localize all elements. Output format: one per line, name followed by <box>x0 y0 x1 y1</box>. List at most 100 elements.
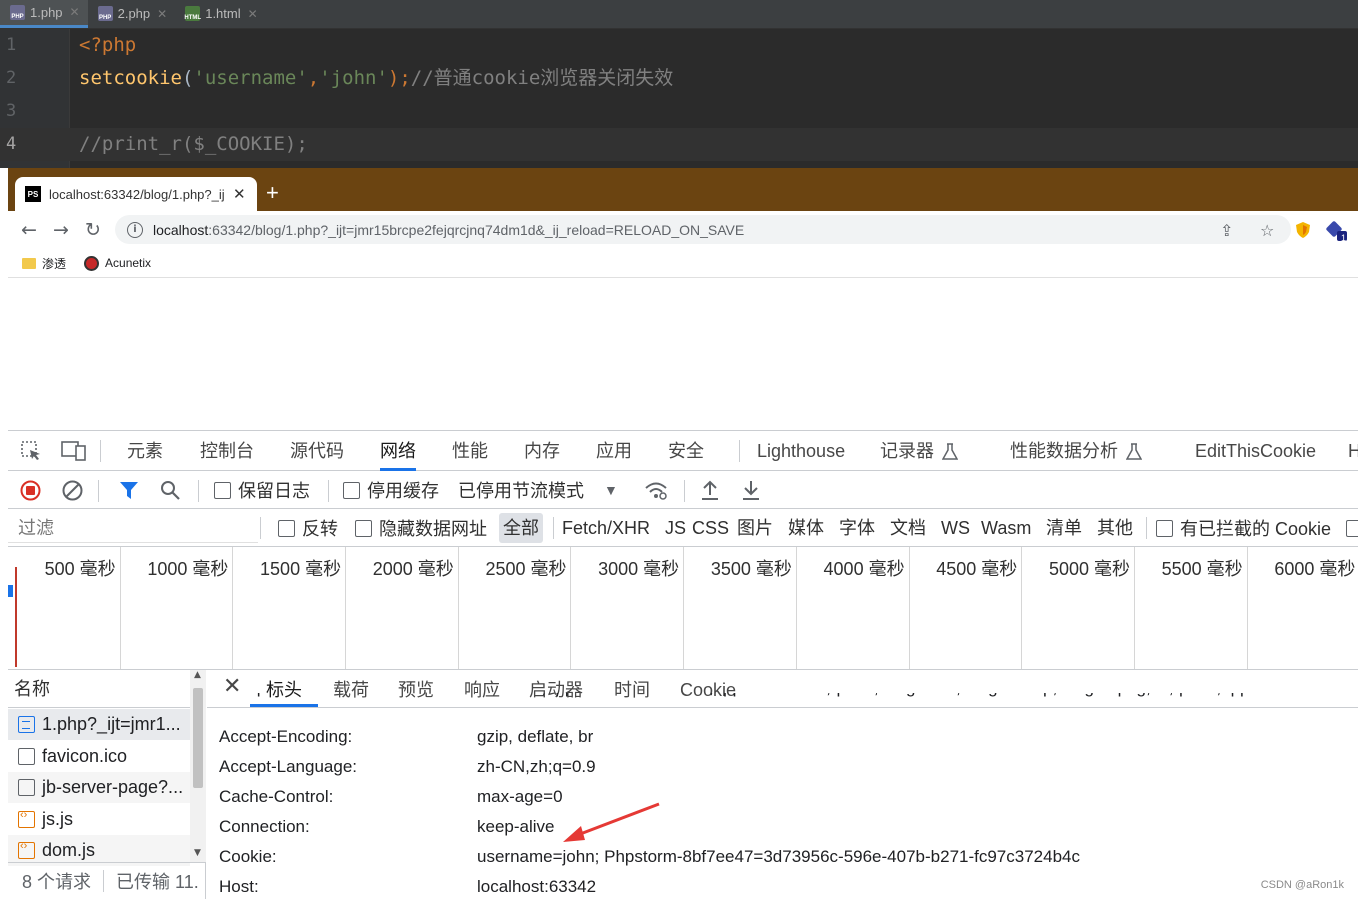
name-column-header[interactable]: 名称 <box>8 670 190 708</box>
devtools-tab[interactable]: 源代码 <box>290 431 344 471</box>
editor-tab-label: 1.html <box>205 6 241 21</box>
import-har-upload-icon[interactable] <box>700 479 720 501</box>
devtools-tab[interactable]: 元素 <box>127 431 163 471</box>
site-info-icon[interactable]: i <box>127 221 143 238</box>
network-overview-timeline[interactable]: 500 毫秒 1000 毫秒 1500 毫秒 2000 毫秒 2500 毫秒 3000 毫… <box>8 547 1358 670</box>
resource-type-filter[interactable]: WS <box>937 513 974 543</box>
header-value[interactable]: gzip, deflate, br <box>477 727 593 747</box>
resource-type-filter[interactable]: 其他 <box>1093 513 1137 543</box>
resource-type-filter[interactable]: 媒体 <box>784 513 828 543</box>
devtools-tab[interactable]: 记录器 <box>880 431 934 471</box>
bookmark-item[interactable]: 渗透 <box>22 255 66 272</box>
editor-tab[interactable]: PHP 1.php ✕ <box>0 0 88 28</box>
code-editor[interactable]: 1 <?php 2 setcookie('username','john');//普通… <box>0 29 1358 168</box>
timeline-tick-label: 2500 毫秒 <box>485 559 567 579</box>
bookmark-item[interactable]: Acunetix <box>84 255 151 271</box>
request-row[interactable]: 1.php?_ijt=jmr1... <box>8 709 190 740</box>
filter-funnel-icon[interactable] <box>119 481 139 500</box>
editor-tab[interactable]: PHP 2.php ✕ <box>88 0 176 28</box>
resource-type-filter[interactable]: 字体 <box>835 513 879 543</box>
devtools-tab[interactable]: H <box>1348 431 1358 471</box>
devtools-tab[interactable]: 性能 <box>452 431 488 471</box>
bookmark-star-icon[interactable]: ☆ <box>1260 221 1274 240</box>
devtools-tab[interactable]: 应用 <box>596 431 632 471</box>
devtools-tab[interactable]: 控制台 <box>200 431 254 471</box>
header-value[interactable]: max-age=0 <box>477 787 563 807</box>
code-token: //print_r($_COOKIE); <box>79 133 308 155</box>
hide-data-urls-checkbox[interactable]: 隐藏数据网址 <box>355 509 487 547</box>
inspect-element-icon[interactable] <box>20 440 42 462</box>
resource-type-filter[interactable]: 文档 <box>886 513 930 543</box>
devtools-tab[interactable]: EditThisCookie <box>1195 431 1316 471</box>
request-row[interactable]: js.js <box>8 804 190 835</box>
devtools-tab[interactable]: 性能数据分析 <box>1010 431 1118 471</box>
filter-input[interactable]: 过滤 <box>8 513 258 543</box>
code-line[interactable]: 1 <?php <box>0 29 1358 62</box>
record-stop-icon[interactable] <box>20 480 41 501</box>
shield-extension-icon[interactable] <box>1295 221 1311 239</box>
network-conditions-wifi-icon[interactable] <box>644 480 668 501</box>
invert-checkbox[interactable]: 反转 <box>278 509 338 547</box>
devtools-tab[interactable]: 安全 <box>668 431 704 471</box>
code-line[interactable]: 2 setcookie('username','john');//普通cookie… <box>0 62 1358 95</box>
timeline-tick: 2500 毫秒 <box>459 547 572 669</box>
header-value[interactable]: zh-CN,zh;q=0.9 <box>477 757 596 777</box>
disable-cache-checkbox[interactable]: 停用缓存 <box>343 471 439 509</box>
address-url[interactable]: localhost:63342/blog/1.php?_ijt=jmr15brc… <box>153 222 744 238</box>
scroll-up-icon: ▲ <box>194 670 201 680</box>
export-har-download-icon[interactable] <box>741 479 761 501</box>
tab-close-icon[interactable]: ✕ <box>70 5 80 19</box>
tab-close-icon[interactable]: ✕ <box>248 7 258 21</box>
code-line[interactable]: 4 //print_r($_COOKIE); <box>0 128 1358 161</box>
forward-arrow-icon[interactable]: → <box>49 218 73 242</box>
share-icon[interactable]: ⇪ <box>1220 221 1233 240</box>
resource-type-filter[interactable]: Wasm <box>977 513 1035 543</box>
file-icon <box>18 747 35 765</box>
devtools-tab[interactable]: 内存 <box>524 431 560 471</box>
request-list-scrollbar[interactable]: ▲ ▼ <box>190 670 206 862</box>
phpstorm-favicon-icon: PS <box>25 186 41 202</box>
resource-type-filter[interactable]: 图片 <box>733 513 777 543</box>
header-value[interactable]: username=john; Phpstorm-8bf7ee47=3d73956… <box>477 847 1080 867</box>
clear-icon[interactable] <box>62 480 83 501</box>
throttling-select[interactable]: 已停用节流模式 ▼ <box>458 471 618 509</box>
devtools-tab[interactable]: 网络 <box>380 431 416 471</box>
url-path: :63342/blog/1.php?_ijt=jmr15brcpe2fejqrc… <box>208 221 745 238</box>
resource-type-filter[interactable]: Fetch/XHR <box>558 513 654 543</box>
blocked-requests-checkbox[interactable] <box>1346 509 1358 547</box>
watermark: CSDN @aRon1k <box>1260 879 1344 891</box>
preserve-log-checkbox[interactable]: 保留日志 <box>214 471 310 509</box>
resource-type-filter[interactable]: 全部 <box>499 513 543 543</box>
header-name: Accept-Language: <box>219 757 357 776</box>
tab-close-icon[interactable]: ✕ <box>233 185 246 203</box>
code-line[interactable]: 3 <box>0 95 1358 128</box>
back-arrow-icon[interactable]: ← <box>17 218 41 242</box>
request-row[interactable]: favicon.ico <box>8 741 190 772</box>
header-value[interactable]: keep-alive <box>477 817 555 837</box>
device-toolbar-icon[interactable] <box>61 441 87 461</box>
timeline-tick: 4000 毫秒 <box>797 547 910 669</box>
resource-type-filter[interactable]: JS <box>661 513 690 543</box>
browser-tab[interactable]: PS localhost:63342/blog/1.php?_ij ✕ <box>15 177 257 211</box>
search-icon[interactable] <box>160 480 181 501</box>
editor-tab-bar: PHP 1.php ✕ PHP 2.php ✕ HTML 1.html ✕ <box>0 0 1358 29</box>
blocked-cookies-checkbox[interactable]: 有已拦截的 Cookie <box>1156 509 1331 547</box>
reload-icon[interactable]: ↻ <box>81 218 105 242</box>
browser-tab-strip: PS localhost:63342/blog/1.php?_ij ✕ + <box>8 168 1358 211</box>
code-token: <?php <box>79 34 137 56</box>
address-bar[interactable]: i localhost:63342/blog/1.php?_ijt=jmr15b… <box>115 215 1291 244</box>
header-value[interactable]: localhost:63342 <box>477 877 596 897</box>
header-name: Cookie: <box>219 847 277 866</box>
php-file-icon: PHP <box>10 4 25 20</box>
tab-close-icon[interactable]: ✕ <box>157 7 167 21</box>
resource-type-filter[interactable]: CSS <box>688 513 733 543</box>
new-tab-icon[interactable]: + <box>266 181 279 205</box>
resource-type-filter[interactable]: 清单 <box>1042 513 1086 543</box>
timeline-tick-label: 6000 毫秒 <box>1274 559 1356 579</box>
request-header-row: Connection: keep-alive <box>207 813 1358 843</box>
request-row[interactable]: jb-server-page?... <box>8 772 190 803</box>
devtools-tab[interactable]: Lighthouse <box>757 431 845 471</box>
request-detail-panel: ✕ 标头 载荷 预览 响应 启动器 时间 Cookie Accept: text/html,a… <box>207 670 1358 899</box>
timeline-tick-label: 1000 毫秒 <box>147 559 229 579</box>
editor-tab[interactable]: HTML 1.html ✕ <box>175 0 265 28</box>
